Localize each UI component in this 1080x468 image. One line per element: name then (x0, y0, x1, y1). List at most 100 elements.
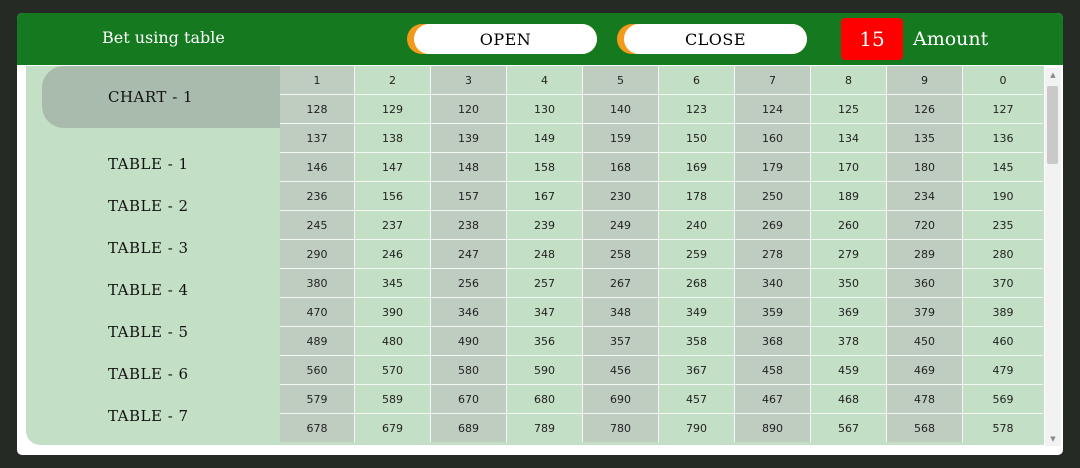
scroll-down-icon[interactable]: ▼ (1045, 432, 1061, 446)
bet-cell[interactable]: 289 (887, 240, 962, 268)
bet-cell[interactable]: 357 (583, 327, 658, 355)
sidebar-item-table-1[interactable]: TABLE - 1 (108, 155, 189, 173)
bet-cell[interactable]: 359 (735, 298, 810, 326)
bet-cell[interactable]: 124 (735, 95, 810, 123)
sidebar-item-chart-1[interactable]: CHART - 1 (42, 66, 280, 128)
bet-cell[interactable]: 239 (507, 211, 582, 239)
bet-cell[interactable]: 780 (583, 414, 658, 442)
bet-cell[interactable]: 368 (735, 327, 810, 355)
bet-cell[interactable]: 257 (507, 269, 582, 297)
bet-cell[interactable]: 567 (811, 414, 886, 442)
bet-cell[interactable]: 279 (811, 240, 886, 268)
bet-cell[interactable]: 128 (280, 95, 354, 123)
bet-cell[interactable]: 147 (355, 153, 430, 181)
bet-cell[interactable]: 356 (507, 327, 582, 355)
bet-cell[interactable]: 149 (507, 124, 582, 152)
bet-cell[interactable]: 468 (811, 385, 886, 413)
bet-cell[interactable]: 250 (735, 182, 810, 210)
close-button[interactable]: CLOSE (617, 24, 807, 54)
bet-cell[interactable]: 259 (659, 240, 734, 268)
bet-cell[interactable]: 180 (887, 153, 962, 181)
bet-cell[interactable]: 190 (963, 182, 1043, 210)
bet-cell[interactable]: 237 (355, 211, 430, 239)
bet-cell[interactable]: 459 (811, 356, 886, 384)
bet-cell[interactable]: 178 (659, 182, 734, 210)
bet-cell[interactable]: 489 (280, 327, 354, 355)
bet-cell[interactable]: 390 (355, 298, 430, 326)
bet-cell[interactable]: 578 (963, 414, 1043, 442)
bet-cell[interactable]: 469 (887, 356, 962, 384)
bet-cell[interactable]: 240 (659, 211, 734, 239)
bet-cell[interactable]: 260 (811, 211, 886, 239)
bet-cell[interactable]: 680 (507, 385, 582, 413)
bet-cell[interactable]: 378 (811, 327, 886, 355)
bet-cell[interactable]: 267 (583, 269, 658, 297)
bet-cell[interactable]: 138 (355, 124, 430, 152)
bet-cell[interactable]: 789 (507, 414, 582, 442)
bet-cell[interactable]: 269 (735, 211, 810, 239)
bet-cell[interactable]: 280 (963, 240, 1043, 268)
bet-cell[interactable]: 169 (659, 153, 734, 181)
bet-cell[interactable]: 245 (280, 211, 354, 239)
bet-cell[interactable]: 234 (887, 182, 962, 210)
bet-cell[interactable]: 579 (280, 385, 354, 413)
sidebar-item-table-7[interactable]: TABLE - 7 (108, 407, 189, 425)
bet-cell[interactable]: 290 (280, 240, 354, 268)
bet-cell[interactable]: 358 (659, 327, 734, 355)
bet-cell[interactable]: 156 (355, 182, 430, 210)
bet-cell[interactable]: 139 (431, 124, 506, 152)
bet-cell[interactable]: 369 (811, 298, 886, 326)
bet-cell[interactable]: 120 (431, 95, 506, 123)
bet-cell[interactable]: 589 (355, 385, 430, 413)
bet-cell[interactable]: 460 (963, 327, 1043, 355)
bet-cell[interactable]: 248 (507, 240, 582, 268)
bet-cell[interactable]: 137 (280, 124, 354, 152)
bet-cell[interactable]: 127 (963, 95, 1043, 123)
bet-cell[interactable]: 238 (431, 211, 506, 239)
vertical-scrollbar[interactable]: ▲ ▼ (1045, 68, 1061, 446)
bet-cell[interactable]: 450 (887, 327, 962, 355)
bet-cell[interactable]: 580 (431, 356, 506, 384)
bet-cell[interactable]: 340 (735, 269, 810, 297)
bet-cell[interactable]: 457 (659, 385, 734, 413)
sidebar-item-table-5[interactable]: TABLE - 5 (108, 323, 189, 341)
bet-cell[interactable]: 480 (355, 327, 430, 355)
bet-cell[interactable]: 170 (811, 153, 886, 181)
bet-cell[interactable]: 370 (963, 269, 1043, 297)
bet-cell[interactable]: 268 (659, 269, 734, 297)
bet-cell[interactable]: 458 (735, 356, 810, 384)
bet-cell[interactable]: 159 (583, 124, 658, 152)
bet-cell[interactable]: 360 (887, 269, 962, 297)
bet-cell[interactable]: 140 (583, 95, 658, 123)
bet-cell[interactable]: 569 (963, 385, 1043, 413)
bet-cell[interactable]: 247 (431, 240, 506, 268)
bet-cell[interactable]: 157 (431, 182, 506, 210)
bet-cell[interactable]: 258 (583, 240, 658, 268)
bet-cell[interactable]: 146 (280, 153, 354, 181)
bet-cell[interactable]: 256 (431, 269, 506, 297)
bet-cell[interactable]: 678 (280, 414, 354, 442)
bet-cell[interactable]: 478 (887, 385, 962, 413)
bet-cell[interactable]: 389 (963, 298, 1043, 326)
bet-cell[interactable]: 135 (887, 124, 962, 152)
bet-cell[interactable]: 350 (811, 269, 886, 297)
bet-cell[interactable]: 689 (431, 414, 506, 442)
sidebar-item-table-2[interactable]: TABLE - 2 (108, 197, 189, 215)
bet-cell[interactable]: 246 (355, 240, 430, 268)
bet-cell[interactable]: 467 (735, 385, 810, 413)
sidebar-item-table-6[interactable]: TABLE - 6 (108, 365, 189, 383)
bet-cell[interactable]: 345 (355, 269, 430, 297)
bet-cell[interactable]: 123 (659, 95, 734, 123)
bet-cell[interactable]: 570 (355, 356, 430, 384)
bet-cell[interactable]: 130 (507, 95, 582, 123)
bet-cell[interactable]: 348 (583, 298, 658, 326)
sidebar-item-table-3[interactable]: TABLE - 3 (108, 239, 189, 257)
bet-cell[interactable]: 134 (811, 124, 886, 152)
bet-cell[interactable]: 720 (887, 211, 962, 239)
bet-cell[interactable]: 249 (583, 211, 658, 239)
bet-cell[interactable]: 236 (280, 182, 354, 210)
bet-cell[interactable]: 790 (659, 414, 734, 442)
open-button[interactable]: OPEN (407, 24, 597, 54)
bet-cell[interactable]: 347 (507, 298, 582, 326)
bet-cell[interactable]: 230 (583, 182, 658, 210)
